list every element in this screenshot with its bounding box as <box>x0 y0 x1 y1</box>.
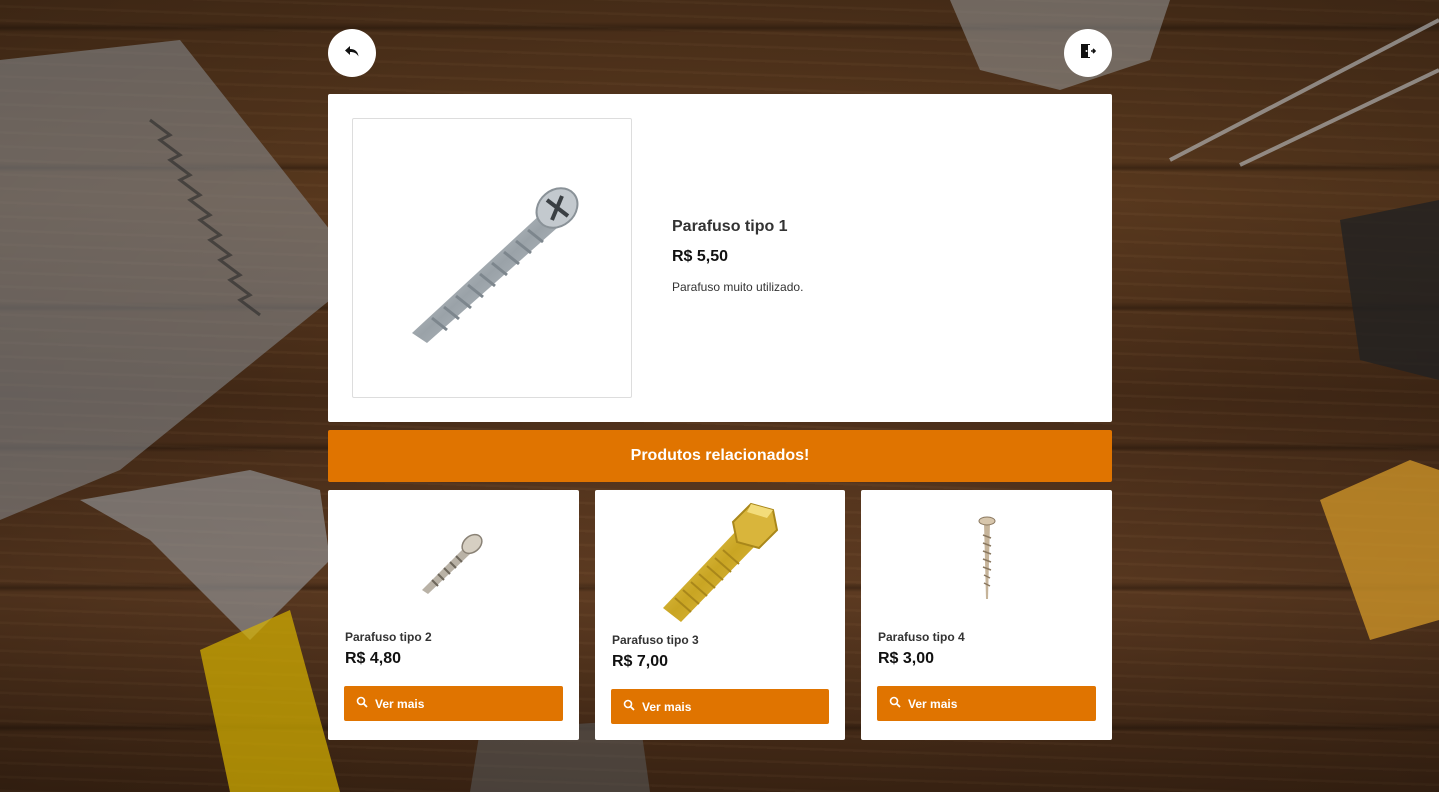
silver-screw-image <box>412 187 579 343</box>
see-more-button[interactable]: Ver mais <box>344 686 563 721</box>
see-more-label: Ver mais <box>642 699 692 714</box>
search-icon <box>889 696 901 711</box>
reply-arrow-icon <box>344 43 360 64</box>
product-thumbnail <box>861 500 1112 615</box>
related-product-card: Parafuso tipo 4 R$ 3,00 Ver mais <box>861 490 1112 740</box>
see-more-button[interactable]: Ver mais <box>877 686 1096 721</box>
door-exit-icon <box>1079 42 1097 65</box>
product-info: Parafuso tipo 1 R$ 5,50 Parafuso muito u… <box>672 218 803 294</box>
related-product-price: R$ 4,80 <box>345 650 402 667</box>
brass-bolt-image <box>663 502 779 622</box>
related-product-card: Parafuso tipo 2 R$ 4,80 Ver mais <box>328 490 579 740</box>
product-name: Parafuso tipo 1 <box>672 218 788 235</box>
related-product-name: Parafuso tipo 2 <box>345 630 432 644</box>
related-product-price: R$ 3,00 <box>878 650 935 667</box>
search-icon <box>623 699 635 714</box>
related-product-name: Parafuso tipo 3 <box>612 633 699 647</box>
related-product-card: Parafuso tipo 3 R$ 7,00 Ver mais <box>595 490 845 740</box>
product-image-frame <box>352 118 632 398</box>
search-icon <box>356 696 368 711</box>
product-detail-card: Parafuso tipo 1 R$ 5,50 Parafuso muito u… <box>328 94 1112 422</box>
product-description: Parafuso muito utilizado. <box>672 280 804 294</box>
see-more-label: Ver mais <box>908 696 958 711</box>
related-heading-text: Produtos relacionados! <box>630 447 810 464</box>
product-thumbnail <box>595 495 845 625</box>
back-button[interactable] <box>328 29 376 77</box>
related-product-name: Parafuso tipo 4 <box>878 630 965 644</box>
see-more-button[interactable]: Ver mais <box>611 689 829 724</box>
related-products-heading: Produtos relacionados! <box>328 430 1112 482</box>
related-product-price: R$ 7,00 <box>612 653 669 670</box>
long-screw-image <box>978 516 995 599</box>
product-price: R$ 5,50 <box>672 248 729 265</box>
small-screw-image <box>421 533 483 594</box>
logout-button[interactable] <box>1064 29 1112 77</box>
see-more-label: Ver mais <box>375 696 425 711</box>
product-thumbnail <box>328 500 579 615</box>
